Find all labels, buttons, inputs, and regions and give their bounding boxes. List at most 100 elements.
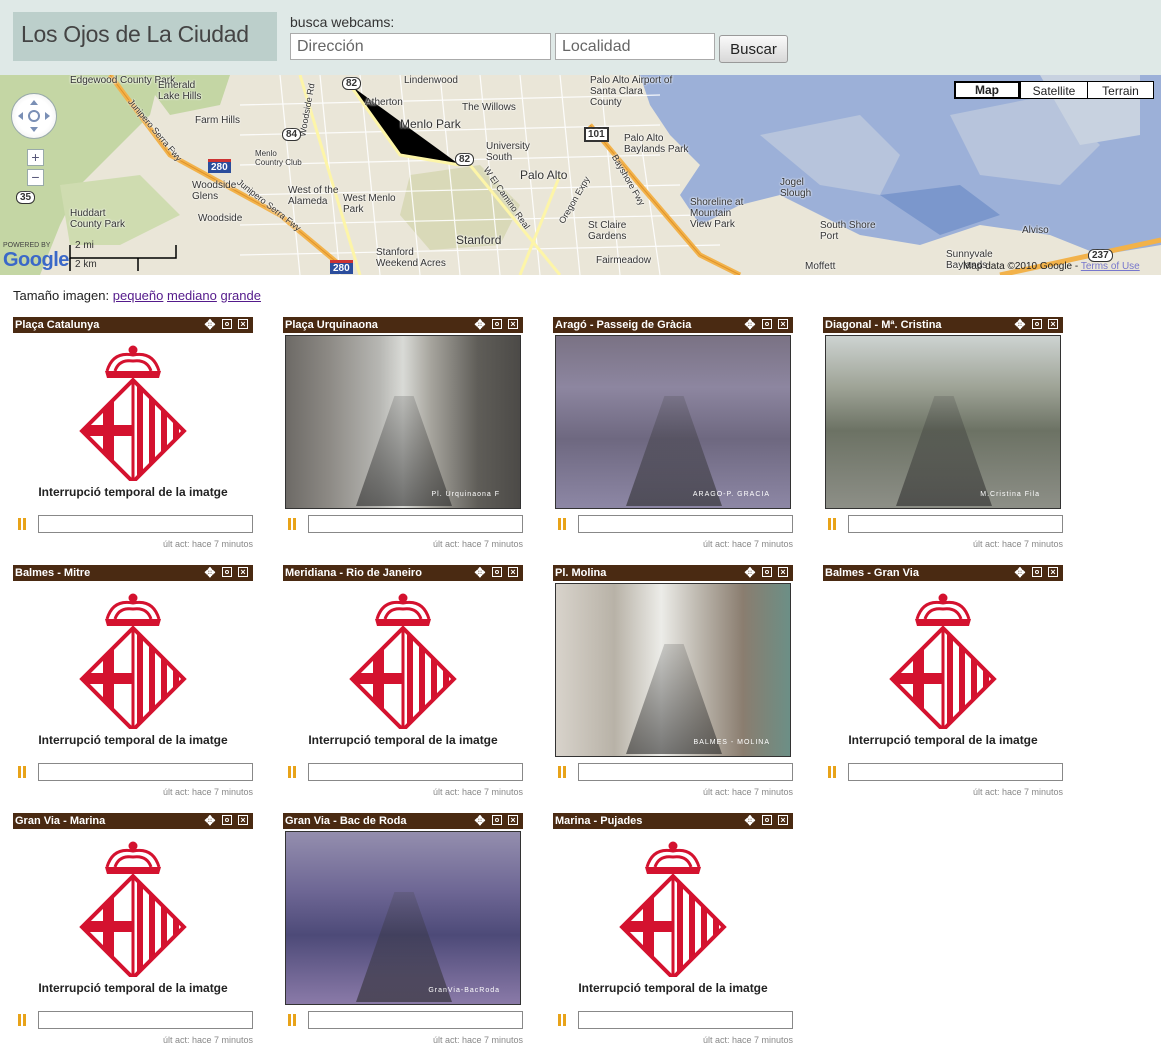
close-icon[interactable]: × xyxy=(778,815,788,825)
refresh-progress-bar xyxy=(848,763,1063,781)
move-icon[interactable]: ✥ xyxy=(474,566,486,579)
route-shield: 35 xyxy=(16,191,36,204)
webcam-title: Plaça Urquinaona xyxy=(285,319,378,331)
refresh-icon[interactable] xyxy=(762,319,772,329)
webcam-image[interactable]: GranVia-BacRoda xyxy=(285,831,521,1005)
move-icon[interactable]: ✥ xyxy=(744,814,756,827)
interruption-message: Interrupció temporal de la imatge xyxy=(38,485,228,499)
place-label: Lindenwood xyxy=(404,75,458,86)
webcam-image[interactable]: ARAGO-P. GRACIA xyxy=(555,335,791,509)
move-icon[interactable]: ✥ xyxy=(1014,566,1026,579)
webcam-header[interactable]: Gran Via - Bac de Roda ✥ × xyxy=(283,813,523,829)
pause-icon[interactable] xyxy=(828,766,836,778)
webcam-card: Balmes - Mitre ✥ × Interrupció temporal de… xyxy=(13,565,253,803)
webcam-header[interactable]: Plaça Urquinaona ✥ × xyxy=(283,317,523,333)
webcam-body: Interrupció temporal de la imatge xyxy=(13,829,253,1009)
close-icon[interactable]: × xyxy=(1048,319,1058,329)
webcam-header[interactable]: Balmes - Gran Via ✥ × xyxy=(823,565,1063,581)
move-icon[interactable]: ✥ xyxy=(1014,318,1026,331)
size-medium-link[interactable]: mediano xyxy=(167,288,217,303)
move-icon[interactable]: ✥ xyxy=(474,814,486,827)
webcam-card: Plaça Urquinaona ✥ × Pl. Urquinaona F últ ac… xyxy=(283,317,523,555)
webcam-image[interactable]: M.Cristina Fila xyxy=(825,335,1061,509)
search-button[interactable]: Buscar xyxy=(719,35,788,63)
barcelona-crest-icon xyxy=(619,841,727,981)
move-icon[interactable]: ✥ xyxy=(204,814,216,827)
webcam-header[interactable]: Pl. Molina ✥ × xyxy=(553,565,793,581)
move-icon[interactable]: ✥ xyxy=(204,566,216,579)
refresh-icon[interactable] xyxy=(222,567,232,577)
pause-icon[interactable] xyxy=(18,766,26,778)
refresh-progress-bar xyxy=(38,1011,253,1029)
pause-icon[interactable] xyxy=(558,518,566,530)
close-icon[interactable]: × xyxy=(238,567,248,577)
pause-icon[interactable] xyxy=(288,766,296,778)
webcam-header[interactable]: Plaça Catalunya ✥ × xyxy=(13,317,253,333)
barcelona-crest-icon xyxy=(349,593,457,733)
size-small-link[interactable]: pequeño xyxy=(113,288,164,303)
refresh-icon[interactable] xyxy=(762,567,772,577)
terms-link[interactable]: Terms of Use xyxy=(1081,261,1140,272)
close-icon[interactable]: × xyxy=(508,567,518,577)
refresh-icon[interactable] xyxy=(1032,567,1042,577)
refresh-icon[interactable] xyxy=(762,815,772,825)
refresh-icon[interactable] xyxy=(222,319,232,329)
webcam-image[interactable]: Pl. Urquinaona F xyxy=(285,335,521,509)
pause-icon[interactable] xyxy=(288,518,296,530)
webcam-header[interactable]: Diagonal - Mª. Cristina ✥ × xyxy=(823,317,1063,333)
last-updated: últ act: hace 7 minutos xyxy=(702,539,793,549)
move-icon[interactable]: ✥ xyxy=(474,318,486,331)
pause-icon[interactable] xyxy=(828,518,836,530)
map-type-map[interactable]: Map xyxy=(954,81,1020,99)
site-logo[interactable]: Los Ojos de La Ciudad xyxy=(13,12,277,61)
interruption-message: Interrupció temporal de la imatge xyxy=(38,733,228,747)
header: Los Ojos de La Ciudad busca webcams: Bus… xyxy=(0,0,1161,75)
webcam-card: Gran Via - Bac de Roda ✥ × GranVia-BacRoda ú… xyxy=(283,813,523,1051)
webcam-image[interactable]: BALMES - MOLINA xyxy=(555,583,791,757)
pause-icon[interactable] xyxy=(288,1014,296,1026)
pause-icon[interactable] xyxy=(18,518,26,530)
close-icon[interactable]: × xyxy=(238,319,248,329)
place-label: Moffett xyxy=(805,261,836,272)
webcam-header[interactable]: Gran Via - Marina ✥ × xyxy=(13,813,253,829)
close-icon[interactable]: × xyxy=(1048,567,1058,577)
refresh-icon[interactable] xyxy=(492,815,502,825)
move-icon[interactable]: ✥ xyxy=(204,318,216,331)
webcam-header[interactable]: Meridiana - Rio de Janeiro ✥ × xyxy=(283,565,523,581)
interruption-message: Interrupció temporal de la imatge xyxy=(848,733,1038,747)
last-updated: últ act: hace 7 minutos xyxy=(972,539,1063,549)
zoom-in-button[interactable]: + xyxy=(27,149,44,166)
map[interactable]: Edgewood County Park Emerald Lake Hills … xyxy=(0,75,1161,275)
webcam-header[interactable]: Aragó - Passeig de Gràcia ✥ × xyxy=(553,317,793,333)
size-large-link[interactable]: grande xyxy=(221,288,261,303)
close-icon[interactable]: × xyxy=(778,319,788,329)
webcam-card: Gran Via - Marina ✥ × Interrupció temporal… xyxy=(13,813,253,1051)
move-icon[interactable]: ✥ xyxy=(744,318,756,331)
map-type-terrain[interactable]: Terrain xyxy=(1087,81,1154,99)
move-icon[interactable]: ✥ xyxy=(744,566,756,579)
pause-icon[interactable] xyxy=(558,766,566,778)
refresh-icon[interactable] xyxy=(1032,319,1042,329)
address-input[interactable] xyxy=(290,33,551,60)
map-pan-control[interactable] xyxy=(11,93,57,139)
close-icon[interactable]: × xyxy=(238,815,248,825)
pause-icon[interactable] xyxy=(18,1014,26,1026)
site-title[interactable]: Los Ojos de La Ciudad xyxy=(21,21,249,48)
webcam-header[interactable]: Marina - Pujades ✥ × xyxy=(553,813,793,829)
zoom-out-button[interactable]: − xyxy=(27,169,44,186)
google-logo[interactable]: Google xyxy=(3,249,69,272)
place-label: Palo Alto xyxy=(520,168,568,182)
pause-icon[interactable] xyxy=(558,1014,566,1026)
refresh-icon[interactable] xyxy=(222,815,232,825)
map-type-satellite[interactable]: Satellite xyxy=(1020,81,1088,99)
city-input[interactable] xyxy=(555,33,715,60)
close-icon[interactable]: × xyxy=(508,319,518,329)
refresh-progress-bar xyxy=(578,515,793,533)
close-icon[interactable]: × xyxy=(778,567,788,577)
place-label: Huddart County Park xyxy=(70,208,126,230)
refresh-icon[interactable] xyxy=(492,319,502,329)
close-icon[interactable]: × xyxy=(508,815,518,825)
interruption-message: Interrupció temporal de la imatge xyxy=(308,733,498,747)
refresh-icon[interactable] xyxy=(492,567,502,577)
webcam-header[interactable]: Balmes - Mitre ✥ × xyxy=(13,565,253,581)
